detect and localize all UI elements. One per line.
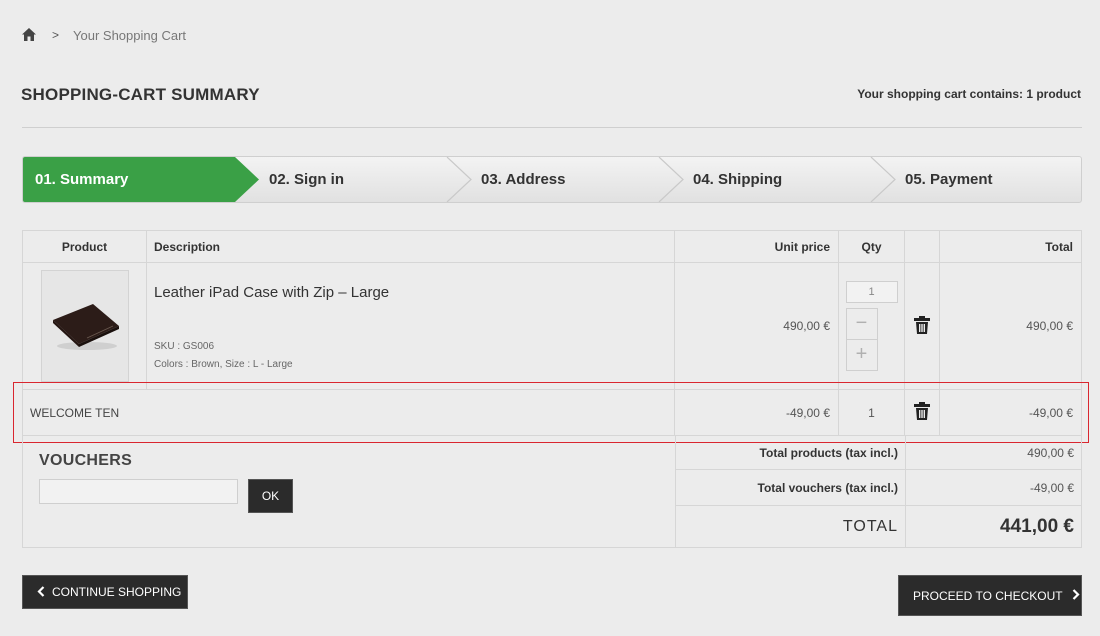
row-total: 490,00 € — [939, 262, 1082, 390]
decrease-qty-button[interactable]: − — [845, 308, 878, 340]
chevron-right-icon — [1072, 588, 1080, 603]
table-row: Leather iPad Case with Zip – Large SKU :… — [22, 262, 1082, 390]
total-vouchers-label: Total vouchers (tax incl.) — [676, 470, 906, 505]
totals-section: Total products (tax incl.) 490,00 € Tota… — [675, 436, 1082, 547]
header-delete — [904, 230, 940, 263]
grand-total-value: 441,00 € — [1000, 515, 1074, 537]
qty-cell: 1 − + — [838, 262, 905, 390]
trash-icon[interactable] — [914, 315, 930, 334]
header-product: Product — [22, 230, 147, 263]
step-label: 05. Payment — [905, 171, 993, 188]
grand-total-row: TOTAL 441,00 € — [675, 506, 1082, 547]
product-cell — [22, 262, 147, 390]
breadcrumb-separator: > — [52, 28, 60, 42]
header-description: Description — [146, 230, 675, 263]
breadcrumb-current: Your Shopping Cart — [73, 27, 187, 43]
quantity-input[interactable]: 1 — [845, 281, 898, 303]
header-total: Total — [939, 230, 1082, 263]
proceed-to-checkout-button[interactable]: PROCEED TO CHECKOUT — [898, 575, 1082, 616]
voucher-input[interactable] — [39, 479, 238, 504]
unit-price: 490,00 € — [674, 262, 839, 390]
product-attributes: Colors : Brown, Size : L - Large — [154, 358, 293, 370]
step-address[interactable]: 03. Address — [481, 157, 566, 202]
vouchers-section: VOUCHERS OK — [23, 436, 675, 547]
cart-count: Your shopping cart contains: 1 product — [857, 87, 1081, 101]
continue-shopping-button[interactable]: CONTINUE SHOPPING — [22, 575, 188, 609]
description-cell: Leather iPad Case with Zip – Large SKU :… — [146, 262, 675, 390]
product-name[interactable]: Leather iPad Case with Zip – Large — [154, 284, 389, 301]
step-shipping[interactable]: 04. Shipping — [693, 157, 782, 202]
home-icon[interactable] — [22, 28, 36, 42]
increase-qty-button[interactable]: + — [845, 339, 878, 371]
page-title: SHOPPING-CART SUMMARY — [21, 85, 260, 104]
step-label: 02. Sign in — [269, 171, 345, 188]
total-vouchers-value: -49,00 € — [1029, 480, 1074, 495]
breadcrumb: > Your Shopping Cart — [22, 26, 186, 44]
cart-footer: VOUCHERS OK Total products (tax incl.) 4… — [22, 436, 1082, 548]
delete-cell — [904, 262, 940, 390]
total-products-row: Total products (tax incl.) 490,00 € — [675, 436, 1082, 470]
vouchers-title: VOUCHERS — [39, 452, 133, 469]
step-label: 03. Address — [481, 171, 566, 188]
ipad-case-image — [52, 304, 119, 350]
step-label: 01. Summary — [35, 171, 129, 188]
highlight-box — [13, 382, 1089, 443]
continue-shopping-label: CONTINUE SHOPPING — [52, 585, 182, 599]
step-label: 04. Shipping — [693, 171, 783, 188]
total-products-label: Total products (tax incl.) — [676, 436, 906, 469]
step-payment[interactable]: 05. Payment — [905, 157, 993, 202]
total-vouchers-row: Total vouchers (tax incl.) -49,00 € — [675, 470, 1082, 506]
voucher-ok-button[interactable]: OK — [248, 479, 293, 513]
product-sku: SKU : GS006 — [154, 340, 215, 352]
step-summary[interactable]: 01. Summary — [35, 157, 128, 202]
header-qty: Qty — [838, 230, 905, 263]
checkout-steps: 01. Summary 02. Sign in 03. Address 04. … — [22, 156, 1082, 203]
total-products-value: 490,00 € — [1027, 445, 1074, 460]
step-sign-in[interactable]: 02. Sign in — [269, 157, 344, 202]
chevron-left-icon — [37, 585, 45, 600]
proceed-to-checkout-label: PROCEED TO CHECKOUT — [913, 588, 1063, 603]
grand-total-label: TOTAL — [676, 506, 906, 547]
header-unit-price: Unit price — [674, 230, 839, 263]
product-image[interactable] — [40, 270, 129, 382]
divider — [22, 127, 1082, 128]
table-header: Product Description Unit price Qty Total — [22, 230, 1082, 263]
